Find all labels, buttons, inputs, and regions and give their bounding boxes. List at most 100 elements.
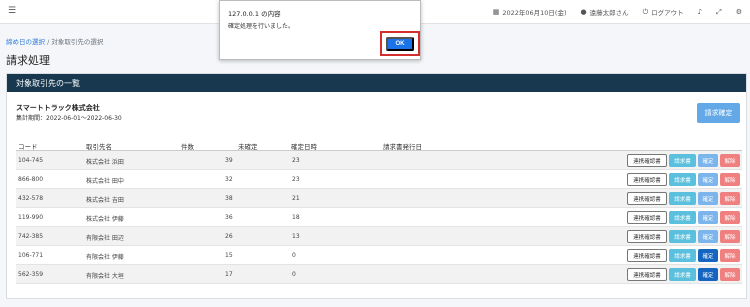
row-confirmed: 23 — [292, 176, 300, 183]
row-name: 株式会社 伊藤 — [86, 216, 124, 223]
user-display: ● 遠藤太郎さん — [580, 7, 628, 17]
user-name: 遠藤太郎さん — [589, 9, 629, 17]
row-unconfirmed: 17 — [225, 271, 233, 278]
card-header: 対象取引先の一覧 — [7, 74, 746, 92]
table-row: 562-359 有限会社 大垣 17 0 連携確認書 請求書 確定 解除 — [16, 265, 742, 284]
hamburger-icon[interactable]: ☰ — [8, 6, 16, 16]
invoice-button[interactable]: 請求書 — [669, 249, 696, 262]
partner-list-card: 対象取引先の一覧 スマートトラック株式会社 集計期間：2022-06-01〜20… — [6, 73, 747, 299]
invoice-button[interactable]: 請求書 — [669, 173, 696, 186]
invoice-button[interactable]: 請求書 — [669, 230, 696, 243]
logout-link[interactable]: ⏻ ログアウト — [642, 7, 684, 18]
renkei-button[interactable]: 連携確認書 — [627, 268, 667, 281]
expand-icon[interactable]: ⤢ — [716, 8, 722, 17]
header-unconfirmed: 未確定 — [238, 143, 258, 151]
breadcrumb-separator: / — [47, 38, 50, 46]
table-row: 104-745 株式会社 浜田 39 23 連携確認書 請求書 確定 解除 — [16, 151, 742, 170]
row-name: 有限会社 伊藤 — [86, 254, 124, 261]
header-issue-date: 請求書発行日 — [383, 143, 422, 151]
header-count: 件数 — [181, 143, 194, 151]
row-unconfirmed: 36 — [225, 214, 233, 221]
invoice-confirm-button[interactable]: 請求確定 — [697, 103, 740, 123]
row-code: 432-578 — [18, 195, 44, 202]
invoice-button[interactable]: 請求書 — [669, 211, 696, 224]
row-name: 株式会社 田中 — [86, 178, 124, 185]
invoice-button[interactable]: 請求書 — [669, 192, 696, 205]
release-button[interactable]: 解除 — [720, 249, 740, 262]
row-unconfirmed: 32 — [225, 176, 233, 183]
confirm-button[interactable]: 確定 — [698, 249, 718, 262]
confirm-button[interactable]: 確定 — [698, 211, 718, 224]
table-row: 106-771 有限会社 伊藤 15 0 連携確認書 請求書 確定 解除 — [16, 246, 742, 265]
row-confirmed: 0 — [292, 252, 296, 259]
confirm-button[interactable]: 確定 — [698, 154, 718, 167]
row-actions: 連携確認書 請求書 確定 解除 — [627, 154, 740, 167]
settings-icon[interactable]: ⚙ — [736, 8, 742, 16]
company-name: スマートトラック株式会社 — [16, 104, 100, 112]
row-confirmed: 13 — [292, 233, 300, 240]
breadcrumb-link[interactable]: 締め日の選択 — [6, 38, 45, 46]
table-body: 104-745 株式会社 浜田 39 23 連携確認書 請求書 確定 解除 866-800 株式会… — [16, 151, 742, 284]
table-header: コード 取引先名 件数 未確定 確定日時 請求書発行日 — [16, 138, 742, 151]
breadcrumb: 締め日の選択 / 対象取引先の選択 — [6, 36, 103, 46]
ok-highlight-box: OK — [380, 31, 420, 56]
calendar-icon: ▦ — [492, 8, 500, 16]
row-unconfirmed: 38 — [225, 195, 233, 202]
dialog-title: 127.0.0.1 の内容 — [228, 10, 281, 18]
confirm-button[interactable]: 確定 — [698, 230, 718, 243]
page-title: 請求処理 — [6, 54, 50, 67]
logout-label: ログアウト — [651, 9, 684, 17]
row-actions: 連携確認書 請求書 確定 解除 — [627, 249, 740, 262]
row-confirmed: 21 — [292, 195, 300, 202]
dialog-message: 確定処理を行いました。 — [228, 23, 295, 30]
row-unconfirmed: 15 — [225, 252, 233, 259]
invoice-button[interactable]: 請求書 — [669, 154, 696, 167]
release-button[interactable]: 解除 — [720, 230, 740, 243]
row-actions: 連携確認書 請求書 確定 解除 — [627, 211, 740, 224]
row-unconfirmed: 26 — [225, 233, 233, 240]
row-confirmed: 23 — [292, 157, 300, 164]
row-unconfirmed: 39 — [225, 157, 233, 164]
table-row: 742-385 有限会社 田辺 26 13 連携確認書 請求書 確定 解除 — [16, 227, 742, 246]
row-name: 有限会社 大垣 — [86, 273, 124, 280]
row-code: 742-385 — [18, 233, 44, 240]
partner-table: コード 取引先名 件数 未確定 確定日時 請求書発行日 104-745 株式会社 … — [16, 138, 742, 284]
row-name: 有限会社 田辺 — [86, 235, 124, 242]
table-row: 866-800 株式会社 田中 32 23 連携確認書 請求書 確定 解除 — [16, 170, 742, 189]
renkei-button[interactable]: 連携確認書 — [627, 211, 667, 224]
renkei-button[interactable]: 連携確認書 — [627, 192, 667, 205]
row-name: 株式会社 吉田 — [86, 197, 124, 204]
header-name: 取引先名 — [86, 143, 112, 151]
table-row: 119-990 株式会社 伊藤 36 18 連携確認書 請求書 確定 解除 — [16, 208, 742, 227]
row-code: 119-990 — [18, 214, 44, 221]
confirm-button[interactable]: 確定 — [698, 192, 718, 205]
confirm-button[interactable]: 確定 — [698, 268, 718, 281]
row-actions: 連携確認書 請求書 確定 解除 — [627, 173, 740, 186]
row-code: 562-359 — [18, 271, 44, 278]
renkei-button[interactable]: 連携確認書 — [627, 154, 667, 167]
table-row: 432-578 株式会社 吉田 38 21 連携確認書 請求書 確定 解除 — [16, 189, 742, 208]
dialog-ok-button[interactable]: OK — [386, 37, 414, 51]
date-text: 2022年06月10日(金) — [502, 9, 567, 17]
release-button[interactable]: 解除 — [720, 211, 740, 224]
row-code: 106-771 — [18, 252, 44, 259]
bell-icon[interactable]: ♪ — [698, 8, 702, 16]
release-button[interactable]: 解除 — [720, 268, 740, 281]
renkei-button[interactable]: 連携確認書 — [627, 230, 667, 243]
user-icon: ● — [580, 8, 587, 16]
row-actions: 連携確認書 請求書 確定 解除 — [627, 192, 740, 205]
renkei-button[interactable]: 連携確認書 — [627, 249, 667, 262]
period-text: 集計期間：2022-06-01〜2022-06-30 — [16, 115, 122, 122]
confirm-button[interactable]: 確定 — [698, 173, 718, 186]
release-button[interactable]: 解除 — [720, 173, 740, 186]
row-code: 866-800 — [18, 176, 44, 183]
renkei-button[interactable]: 連携確認書 — [627, 173, 667, 186]
date-display: ▦ 2022年06月10日(金) — [493, 7, 567, 17]
row-confirmed: 18 — [292, 214, 300, 221]
invoice-button[interactable]: 請求書 — [669, 268, 696, 281]
release-button[interactable]: 解除 — [720, 192, 740, 205]
header-code: コード — [18, 143, 38, 151]
power-icon: ⏻ — [642, 7, 649, 16]
release-button[interactable]: 解除 — [720, 154, 740, 167]
row-code: 104-745 — [18, 157, 44, 164]
